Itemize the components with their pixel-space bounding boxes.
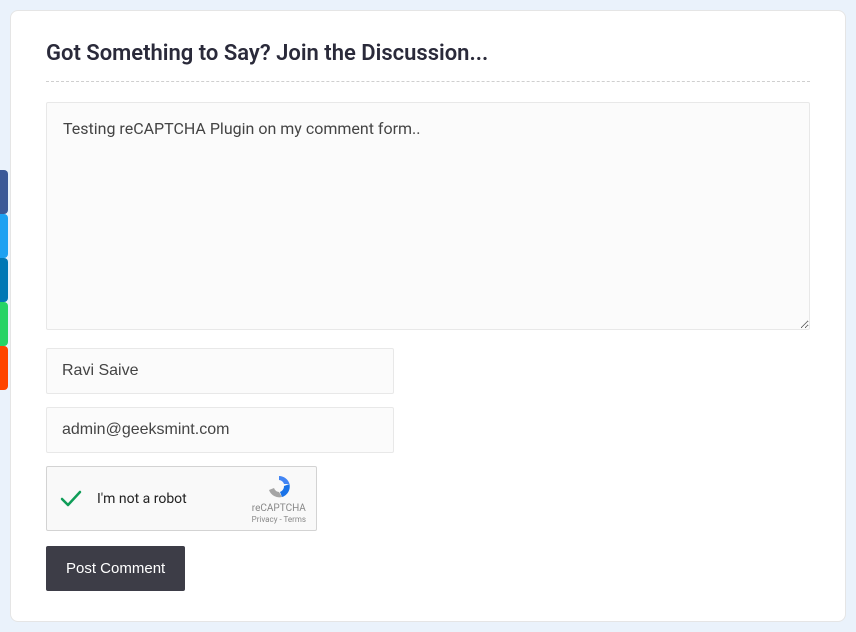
- name-field[interactable]: [46, 348, 394, 394]
- share-whatsapp-tab[interactable]: [0, 302, 8, 346]
- email-field[interactable]: [46, 407, 394, 453]
- social-share-tabs: [0, 170, 8, 390]
- share-reddit-tab[interactable]: [0, 346, 8, 390]
- recaptcha-terms-link[interactable]: Terms: [284, 515, 306, 524]
- recaptcha-label: I'm not a robot: [97, 491, 252, 507]
- share-facebook-tab[interactable]: [0, 170, 8, 214]
- form-heading: Got Something to Say? Join the Discussio…: [46, 41, 810, 82]
- recaptcha-brand-text: reCAPTCHA: [252, 503, 306, 514]
- recaptcha-branding: reCAPTCHA Privacy - Terms: [252, 473, 306, 524]
- post-comment-button[interactable]: Post Comment: [46, 546, 185, 591]
- recaptcha-privacy-link[interactable]: Privacy: [252, 515, 278, 524]
- recaptcha-links: Privacy - Terms: [252, 515, 306, 524]
- recaptcha-checkmark-icon: [57, 485, 85, 513]
- recaptcha-logo-icon: [265, 473, 293, 501]
- recaptcha-widget[interactable]: I'm not a robot reCAPTCHA Privacy - Term…: [46, 466, 317, 531]
- share-linkedin-tab[interactable]: [0, 258, 8, 302]
- comment-form-container: Got Something to Say? Join the Discussio…: [10, 10, 846, 622]
- comment-textarea[interactable]: [46, 102, 810, 330]
- share-twitter-tab[interactable]: [0, 214, 8, 258]
